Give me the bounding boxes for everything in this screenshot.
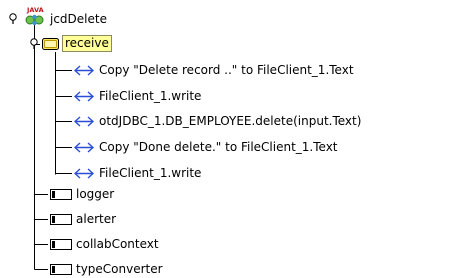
method-label: Copy "Delete record .." to FileClient_1.… <box>99 63 354 77</box>
method-arrows-icon <box>74 65 94 76</box>
field-icon <box>50 264 72 275</box>
field-icon <box>50 214 72 225</box>
field-label: collabContext <box>76 237 159 251</box>
java-collaboration-icon: JAVA <box>25 6 44 26</box>
method-arrows-icon <box>74 116 94 127</box>
field-label: logger <box>76 187 115 201</box>
tree-node-root-label: jcdDelete <box>50 12 107 26</box>
collapse-toggle-icon[interactable] <box>9 13 20 24</box>
field-icon <box>50 239 72 250</box>
folder-icon <box>42 38 59 50</box>
method-label: FileClient_1.write <box>99 89 202 103</box>
field-label: alerter <box>76 212 117 226</box>
method-label: Copy "Done delete." to FileClient_1.Text <box>99 140 338 154</box>
svg-text:JAVA: JAVA <box>26 6 44 14</box>
method-label: FileClient_1.write <box>99 166 202 180</box>
method-arrows-icon <box>74 142 94 153</box>
method-label: otdJDBC_1.DB_EMPLOYEE.delete(input.Text) <box>99 114 362 128</box>
collapse-toggle-icon[interactable] <box>30 38 41 49</box>
field-label: typeConverter <box>76 262 163 276</box>
method-arrows-icon <box>74 91 94 102</box>
method-arrows-icon <box>74 168 94 179</box>
field-icon <box>50 189 72 200</box>
tree-node-receive-label: receive <box>62 35 112 52</box>
